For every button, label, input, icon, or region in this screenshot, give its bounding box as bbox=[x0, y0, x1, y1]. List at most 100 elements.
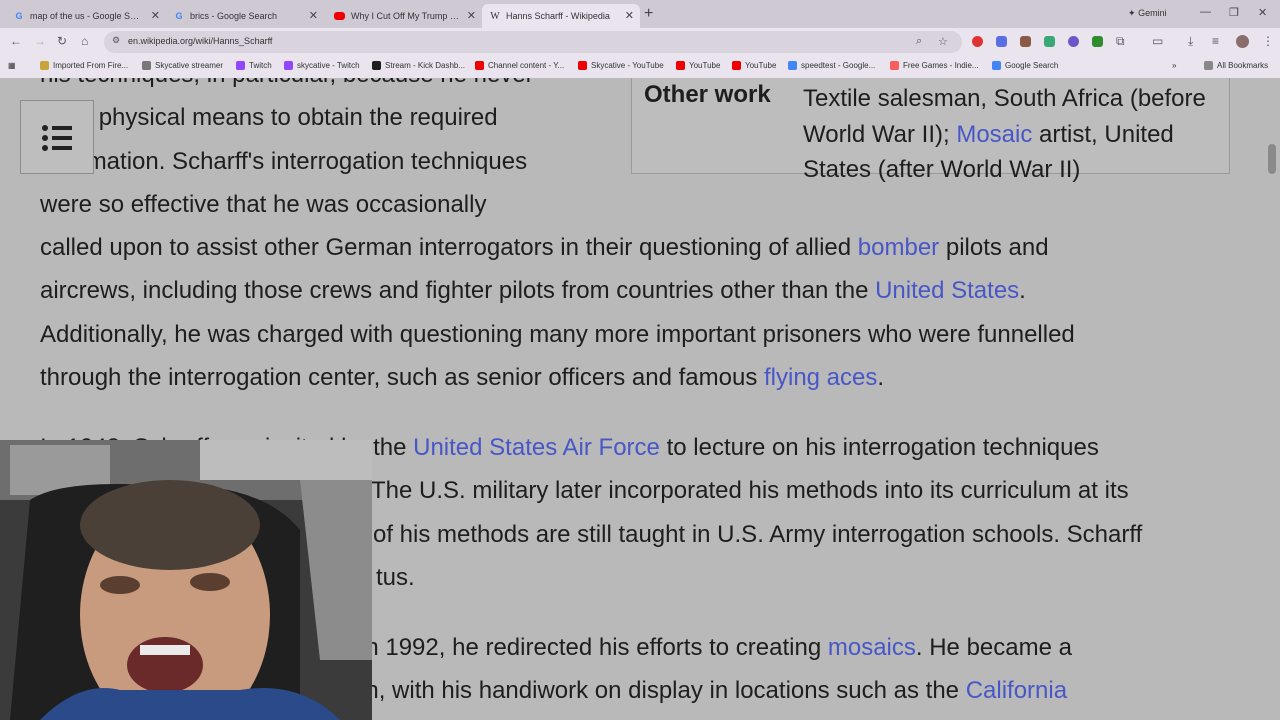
download-extension-icon[interactable] bbox=[1092, 36, 1103, 47]
tab-title: map of the us - Google Search bbox=[30, 11, 140, 21]
close-window-button[interactable]: ✕ bbox=[1258, 6, 1267, 19]
more-bookmarks-icon[interactable]: » bbox=[1172, 61, 1176, 70]
infobox-value: Textile salesman, South Africa (before W… bbox=[803, 81, 1223, 188]
bookmark-item[interactable]: skycative - Twitch bbox=[284, 61, 360, 70]
tab-youtube-video[interactable]: Why I Cut Off My Trump Voting ✕ bbox=[326, 4, 482, 28]
opera-extension-icon[interactable] bbox=[972, 36, 983, 47]
bookmark-label: YouTube bbox=[745, 61, 777, 70]
bookmark-item[interactable]: Free Games - Indie... bbox=[890, 61, 979, 70]
text-line: Additionally, he was charged with questi… bbox=[40, 320, 1075, 348]
bookmark-label: Google Search bbox=[1005, 61, 1059, 70]
link-usaf[interactable]: United States Air Force bbox=[413, 434, 660, 461]
all-bookmarks[interactable]: All Bookmarks bbox=[1204, 61, 1268, 70]
tab-map-search[interactable]: G map of the us - Google Search ✕ bbox=[6, 4, 166, 28]
sparkle-icon: ✦ bbox=[1128, 8, 1136, 18]
youtube-icon bbox=[676, 61, 685, 70]
tab-title: Why I Cut Off My Trump Voting bbox=[351, 11, 461, 21]
browser-toolbar: ← → ↻ ⌂ ⚙ en.wikipedia.org/wiki/Hanns_Sc… bbox=[0, 28, 1280, 56]
google-icon bbox=[992, 61, 1001, 70]
text-segment: through the interrogation center, such a… bbox=[40, 364, 764, 392]
text-segment: . bbox=[877, 364, 885, 392]
apps-icon[interactable]: ▦ bbox=[8, 61, 16, 70]
close-icon[interactable]: ✕ bbox=[467, 9, 476, 22]
home-icon[interactable]: ⌂ bbox=[81, 34, 88, 48]
youtube-icon bbox=[334, 12, 345, 20]
site-info-icon[interactable]: ⚙ bbox=[112, 35, 120, 46]
new-tab-button[interactable]: + bbox=[644, 5, 653, 23]
youtube-icon bbox=[475, 61, 484, 70]
bookmark-item[interactable]: Channel content - Y... bbox=[475, 61, 564, 70]
star-icon[interactable]: ☆ bbox=[938, 35, 948, 48]
bookmark-item[interactable]: Skycative streamer bbox=[142, 61, 223, 70]
link-mosaic[interactable]: Mosaic bbox=[956, 121, 1032, 148]
text-line: through the interrogation center, such a… bbox=[40, 356, 1075, 399]
list-icon bbox=[42, 125, 72, 151]
link-mosaics[interactable]: mosaics bbox=[828, 634, 916, 661]
link-bomber[interactable]: bomber bbox=[858, 234, 939, 261]
puzzle-icon[interactable]: ⧉ bbox=[1116, 34, 1125, 49]
extension-icon[interactable] bbox=[1068, 36, 1079, 47]
twitch-icon bbox=[284, 61, 293, 70]
tab-title: Hanns Scharff - Wikipedia bbox=[506, 11, 610, 21]
tab-wikipedia[interactable]: W Hanns Scharff - Wikipedia ✕ bbox=[482, 4, 640, 28]
bookmark-label: speedtest - Google... bbox=[801, 61, 876, 70]
bookmark-label: Skycative streamer bbox=[155, 61, 224, 70]
link-flying-aces[interactable]: flying aces bbox=[764, 364, 877, 391]
bookmark-label: Free Games - Indie... bbox=[903, 61, 979, 70]
back-icon[interactable]: ← bbox=[10, 34, 22, 48]
bookmark-label: skycative - Twitch bbox=[297, 61, 360, 70]
menu-icon[interactable]: ⋮ bbox=[1262, 34, 1274, 48]
text-segment: called upon to assist other German inter… bbox=[40, 234, 858, 262]
minimize-button[interactable]: — bbox=[1200, 6, 1211, 18]
bookmark-item[interactable]: Google Search bbox=[992, 61, 1058, 70]
link-california[interactable]: California bbox=[966, 677, 1067, 704]
bookmark-item[interactable]: YouTube bbox=[732, 61, 776, 70]
text-line: called upon to assist other German inter… bbox=[40, 226, 1075, 269]
bookmark-item[interactable]: Stream - Kick Dashb... bbox=[372, 61, 465, 70]
text-segment: d in 1992, he redirected his efforts to … bbox=[340, 634, 828, 661]
link-united-states[interactable]: United States bbox=[875, 277, 1019, 304]
close-icon[interactable]: ✕ bbox=[151, 9, 160, 22]
close-icon[interactable]: ✕ bbox=[309, 9, 318, 22]
google-icon: G bbox=[15, 11, 23, 21]
google-icon bbox=[788, 61, 797, 70]
avatar[interactable] bbox=[1236, 35, 1249, 48]
paragraph-mosaics: d in 1992, he redirected his efforts to … bbox=[340, 626, 1072, 713]
close-icon[interactable]: ✕ bbox=[625, 9, 634, 22]
itch-icon bbox=[890, 61, 899, 70]
media-icon[interactable]: ≡ bbox=[1212, 34, 1219, 48]
webcam-overlay bbox=[0, 440, 372, 720]
extension-icon[interactable] bbox=[1044, 36, 1055, 47]
bookmark-item[interactable]: Skycative - YouTube bbox=[578, 61, 664, 70]
toc-button[interactable] bbox=[20, 100, 94, 174]
infobox-label: Other work bbox=[644, 81, 771, 108]
youtube-icon bbox=[732, 61, 741, 70]
bookmark-item[interactable]: YouTube bbox=[676, 61, 720, 70]
reload-icon[interactable]: ↻ bbox=[57, 34, 67, 48]
bookmark-item[interactable]: Twitch bbox=[236, 61, 272, 70]
scrollbar-thumb[interactable] bbox=[1268, 144, 1276, 174]
bookmark-label: Twitch bbox=[249, 61, 272, 70]
folder-icon bbox=[1204, 61, 1213, 70]
gemini-button[interactable]: ✦ Gemini bbox=[1122, 6, 1173, 21]
extension-icon[interactable] bbox=[1020, 36, 1031, 47]
bookmark-item[interactable]: speedtest - Google... bbox=[788, 61, 875, 70]
download-icon[interactable]: ⤓ bbox=[1188, 34, 1193, 49]
bookmark-item[interactable]: Imported From Fire... bbox=[40, 61, 128, 70]
text-segment: . He became a bbox=[915, 634, 1072, 661]
text-segment: san, with his handiwork on display in lo… bbox=[340, 677, 966, 705]
zoom-icon[interactable]: ⌕ bbox=[916, 35, 922, 48]
youtube-icon bbox=[578, 61, 587, 70]
bookmark-label: Skycative - YouTube bbox=[591, 61, 664, 70]
text-segment: pilots and bbox=[939, 234, 1049, 262]
restore-button[interactable]: ❐ bbox=[1229, 6, 1239, 19]
sidepanel-icon[interactable]: ▭ bbox=[1152, 34, 1163, 48]
forward-icon[interactable]: → bbox=[34, 34, 46, 48]
bookmark-label: Imported From Fire... bbox=[53, 61, 129, 70]
all-bookmarks-label: All Bookmarks bbox=[1217, 61, 1269, 70]
translate-extension-icon[interactable] bbox=[996, 36, 1007, 47]
tab-strip: G map of the us - Google Search ✕ G bric… bbox=[0, 0, 1280, 28]
address-bar[interactable]: ⚙ en.wikipedia.org/wiki/Hanns_Scharff ⌕ … bbox=[104, 31, 962, 53]
tab-brics-search[interactable]: G brics - Google Search ✕ bbox=[166, 4, 324, 28]
bookmark-label: Stream - Kick Dashb... bbox=[385, 61, 466, 70]
